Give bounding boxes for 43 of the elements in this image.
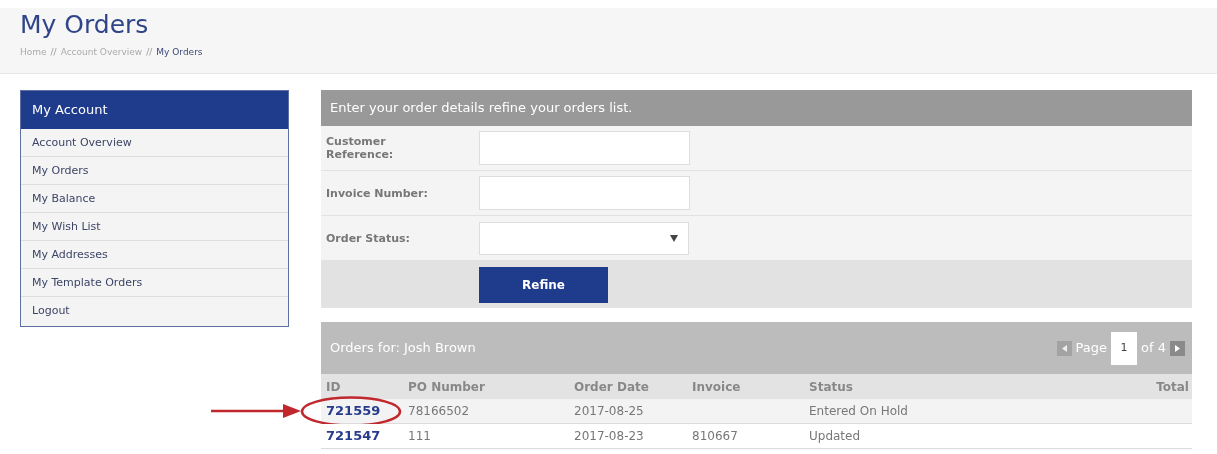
field-label: Order Status: [325,231,411,245]
order-status-select[interactable] [479,221,689,255]
sidebar-title: My Account [21,91,288,129]
table-cell: 2017-08-25 [574,404,644,418]
next-page-button[interactable] [1170,340,1185,356]
order-link[interactable]: 721547 [326,428,381,444]
sidebar-item[interactable]: My Orders [21,157,288,185]
column-header: Status [809,379,853,394]
filter-heading: Enter your order details refine your orders list. [321,90,1192,126]
field-label: Invoice Number: [325,186,429,200]
previous-page-button[interactable] [1056,340,1072,356]
dropdown-caret-icon [670,234,678,242]
table-cell: Entered On Hold [809,404,908,418]
sidebar-item[interactable]: My Wish List [21,213,288,241]
sidebar-item[interactable]: My Addresses [21,241,288,269]
column-header: PO Number [408,379,485,394]
table-cell: 111 [408,429,431,443]
input-field[interactable] [479,176,690,210]
field-label: Customer Reference: [325,135,395,161]
table-cell: 2017-08-23 [574,429,644,443]
page-number-field[interactable]: 1 [1111,331,1138,365]
sidebar-item[interactable]: Logout [21,297,288,325]
breadcrumb-separator: // [146,46,153,59]
page-count: of 4 [1141,339,1166,358]
sidebar-item[interactable]: Account Overview [21,129,288,157]
page-title: My Orders [20,10,150,40]
column-header: Total [1156,379,1189,394]
right-caret-icon [1175,344,1180,352]
left-caret-icon [1061,344,1067,352]
column-header: ID [326,379,341,394]
breadcrumb-link[interactable]: My Orders [156,46,203,60]
breadcrumb-separator: // [50,46,57,59]
refine-button[interactable]: Refine [479,266,608,303]
page-label: Page [1075,339,1108,358]
sidebar-item[interactable]: My Template Orders [21,269,288,297]
input-field[interactable] [479,131,690,165]
table-cell: 78166502 [408,404,470,418]
column-header: Order Date [574,379,649,394]
table-cell: Updated [809,429,861,443]
column-header: Invoice [692,379,741,394]
table-cell: 810667 [692,429,738,443]
orders-heading: Orders for: Josh Brown [330,339,476,358]
sidebar-item[interactable]: My Balance [21,185,288,213]
